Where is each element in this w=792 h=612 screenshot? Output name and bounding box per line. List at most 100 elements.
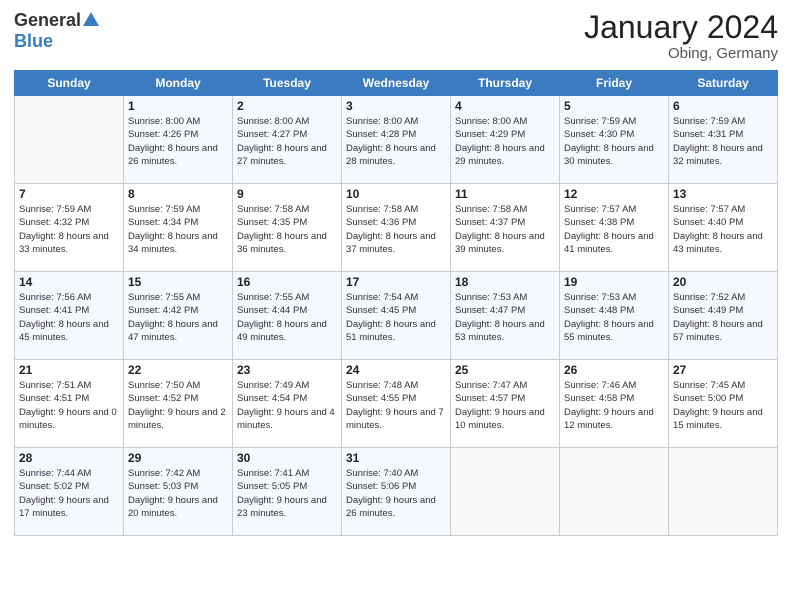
day-info: Sunrise: 7:49 AMSunset: 4:54 PMDaylight:… (237, 379, 337, 432)
day-info: Sunrise: 7:44 AMSunset: 5:02 PMDaylight:… (19, 467, 119, 520)
header-cell-tuesday: Tuesday (233, 71, 342, 96)
day-info: Sunrise: 7:57 AMSunset: 4:40 PMDaylight:… (673, 203, 773, 256)
week-row-5: 28Sunrise: 7:44 AMSunset: 5:02 PMDayligh… (15, 448, 778, 536)
header-cell-thursday: Thursday (451, 71, 560, 96)
day-info: Sunrise: 7:48 AMSunset: 4:55 PMDaylight:… (346, 379, 446, 432)
day-number: 21 (19, 363, 119, 377)
day-number: 6 (673, 99, 773, 113)
day-cell: 21 Sunrise: 7:51 AMSunset: 4:51 PMDayligh… (15, 360, 124, 448)
page: General Blue January 2024 Obing, Germany… (0, 0, 792, 612)
calendar-table: SundayMondayTuesdayWednesdayThursdayFrid… (14, 70, 778, 536)
header-cell-wednesday: Wednesday (342, 71, 451, 96)
day-info: Sunrise: 7:55 AMSunset: 4:44 PMDaylight:… (237, 291, 337, 344)
day-info: Sunrise: 7:54 AMSunset: 4:45 PMDaylight:… (346, 291, 446, 344)
day-info: Sunrise: 8:00 AMSunset: 4:28 PMDaylight:… (346, 115, 446, 168)
day-number: 26 (564, 363, 664, 377)
header: General Blue January 2024 Obing, Germany (14, 10, 778, 62)
day-cell: 27 Sunrise: 7:45 AMSunset: 5:00 PMDayligh… (669, 360, 778, 448)
day-info: Sunrise: 7:52 AMSunset: 4:49 PMDaylight:… (673, 291, 773, 344)
day-number: 11 (455, 187, 555, 201)
day-cell: 2Sunrise: 8:00 AMSunset: 4:27 PMDaylight… (233, 96, 342, 184)
day-cell: 13 Sunrise: 7:57 AMSunset: 4:40 PMDayligh… (669, 184, 778, 272)
day-cell: 15 Sunrise: 7:55 AMSunset: 4:42 PMDayligh… (124, 272, 233, 360)
day-number: 10 (346, 187, 446, 201)
day-number: 4 (455, 99, 555, 113)
day-info: Sunrise: 7:40 AMSunset: 5:06 PMDaylight:… (346, 467, 446, 520)
day-info: Sunrise: 7:59 AMSunset: 4:32 PMDaylight:… (19, 203, 119, 256)
day-cell (15, 96, 124, 184)
subtitle: Obing, Germany (584, 45, 778, 62)
day-info: Sunrise: 7:47 AMSunset: 4:57 PMDaylight:… (455, 379, 555, 432)
header-cell-saturday: Saturday (669, 71, 778, 96)
day-number: 18 (455, 275, 555, 289)
day-number: 7 (19, 187, 119, 201)
day-info: Sunrise: 7:45 AMSunset: 5:00 PMDaylight:… (673, 379, 773, 432)
day-cell: 26Sunrise: 7:46 AMSunset: 4:58 PMDayligh… (560, 360, 669, 448)
day-number: 30 (237, 451, 337, 465)
day-number: 15 (128, 275, 228, 289)
day-cell: 17Sunrise: 7:54 AMSunset: 4:45 PMDayligh… (342, 272, 451, 360)
day-info: Sunrise: 7:56 AMSunset: 4:41 PMDaylight:… (19, 291, 119, 344)
day-cell: 24 Sunrise: 7:48 AMSunset: 4:55 PMDayligh… (342, 360, 451, 448)
day-cell (451, 448, 560, 536)
logo-blue-text: Blue (14, 31, 53, 52)
day-cell: 8Sunrise: 7:59 AMSunset: 4:34 PMDaylight… (124, 184, 233, 272)
day-number: 12 (564, 187, 664, 201)
day-number: 24 (346, 363, 446, 377)
day-info: Sunrise: 7:42 AMSunset: 5:03 PMDaylight:… (128, 467, 228, 520)
day-number: 13 (673, 187, 773, 201)
day-info: Sunrise: 7:53 AMSunset: 4:48 PMDaylight:… (564, 291, 664, 344)
day-number: 19 (564, 275, 664, 289)
day-number: 22 (128, 363, 228, 377)
day-info: Sunrise: 7:57 AMSunset: 4:38 PMDaylight:… (564, 203, 664, 256)
day-cell: 23 Sunrise: 7:49 AMSunset: 4:54 PMDayligh… (233, 360, 342, 448)
calendar-header: SundayMondayTuesdayWednesdayThursdayFrid… (15, 71, 778, 96)
day-info: Sunrise: 7:51 AMSunset: 4:51 PMDaylight:… (19, 379, 119, 432)
title-block: January 2024 Obing, Germany (584, 10, 778, 62)
day-cell: 12 Sunrise: 7:57 AMSunset: 4:38 PMDayligh… (560, 184, 669, 272)
day-cell: 29 Sunrise: 7:42 AMSunset: 5:03 PMDayligh… (124, 448, 233, 536)
logo-triangle-icon (82, 10, 100, 28)
day-number: 8 (128, 187, 228, 201)
day-cell: 16Sunrise: 7:55 AMSunset: 4:44 PMDayligh… (233, 272, 342, 360)
day-cell: 31 Sunrise: 7:40 AMSunset: 5:06 PMDayligh… (342, 448, 451, 536)
day-cell: 25 Sunrise: 7:47 AMSunset: 4:57 PMDayligh… (451, 360, 560, 448)
day-cell: 18Sunrise: 7:53 AMSunset: 4:47 PMDayligh… (451, 272, 560, 360)
day-cell: 5Sunrise: 7:59 AMSunset: 4:30 PMDaylight… (560, 96, 669, 184)
header-cell-friday: Friday (560, 71, 669, 96)
day-info: Sunrise: 7:58 AMSunset: 4:35 PMDaylight:… (237, 203, 337, 256)
day-cell: 22 Sunrise: 7:50 AMSunset: 4:52 PMDayligh… (124, 360, 233, 448)
day-info: Sunrise: 7:58 AMSunset: 4:37 PMDaylight:… (455, 203, 555, 256)
day-cell: 1 Sunrise: 8:00 AMSunset: 4:26 PMDaylight… (124, 96, 233, 184)
day-info: Sunrise: 7:58 AMSunset: 4:36 PMDaylight:… (346, 203, 446, 256)
day-cell: 6 Sunrise: 7:59 AMSunset: 4:31 PMDaylight… (669, 96, 778, 184)
day-info: Sunrise: 7:55 AMSunset: 4:42 PMDaylight:… (128, 291, 228, 344)
day-cell: 30 Sunrise: 7:41 AMSunset: 5:05 PMDayligh… (233, 448, 342, 536)
day-number: 9 (237, 187, 337, 201)
day-cell (560, 448, 669, 536)
day-cell: 11 Sunrise: 7:58 AMSunset: 4:37 PMDayligh… (451, 184, 560, 272)
day-number: 20 (673, 275, 773, 289)
day-info: Sunrise: 7:50 AMSunset: 4:52 PMDaylight:… (128, 379, 228, 432)
day-number: 1 (128, 99, 228, 113)
day-info: Sunrise: 7:59 AMSunset: 4:30 PMDaylight:… (564, 115, 664, 168)
day-info: Sunrise: 8:00 AMSunset: 4:26 PMDaylight:… (128, 115, 228, 168)
day-number: 27 (673, 363, 773, 377)
header-cell-sunday: Sunday (15, 71, 124, 96)
week-row-1: 1 Sunrise: 8:00 AMSunset: 4:26 PMDaylight… (15, 96, 778, 184)
day-number: 25 (455, 363, 555, 377)
calendar-body: 1 Sunrise: 8:00 AMSunset: 4:26 PMDaylight… (15, 96, 778, 536)
day-number: 31 (346, 451, 446, 465)
day-cell: 3Sunrise: 8:00 AMSunset: 4:28 PMDaylight… (342, 96, 451, 184)
day-cell: 20 Sunrise: 7:52 AMSunset: 4:49 PMDayligh… (669, 272, 778, 360)
week-row-4: 21 Sunrise: 7:51 AMSunset: 4:51 PMDayligh… (15, 360, 778, 448)
day-cell: 4Sunrise: 8:00 AMSunset: 4:29 PMDaylight… (451, 96, 560, 184)
week-row-2: 7 Sunrise: 7:59 AMSunset: 4:32 PMDaylight… (15, 184, 778, 272)
day-number: 23 (237, 363, 337, 377)
header-row: SundayMondayTuesdayWednesdayThursdayFrid… (15, 71, 778, 96)
day-info: Sunrise: 8:00 AMSunset: 4:27 PMDaylight:… (237, 115, 337, 168)
day-cell: 28Sunrise: 7:44 AMSunset: 5:02 PMDayligh… (15, 448, 124, 536)
day-info: Sunrise: 7:59 AMSunset: 4:31 PMDaylight:… (673, 115, 773, 168)
day-info: Sunrise: 7:41 AMSunset: 5:05 PMDaylight:… (237, 467, 337, 520)
day-number: 29 (128, 451, 228, 465)
